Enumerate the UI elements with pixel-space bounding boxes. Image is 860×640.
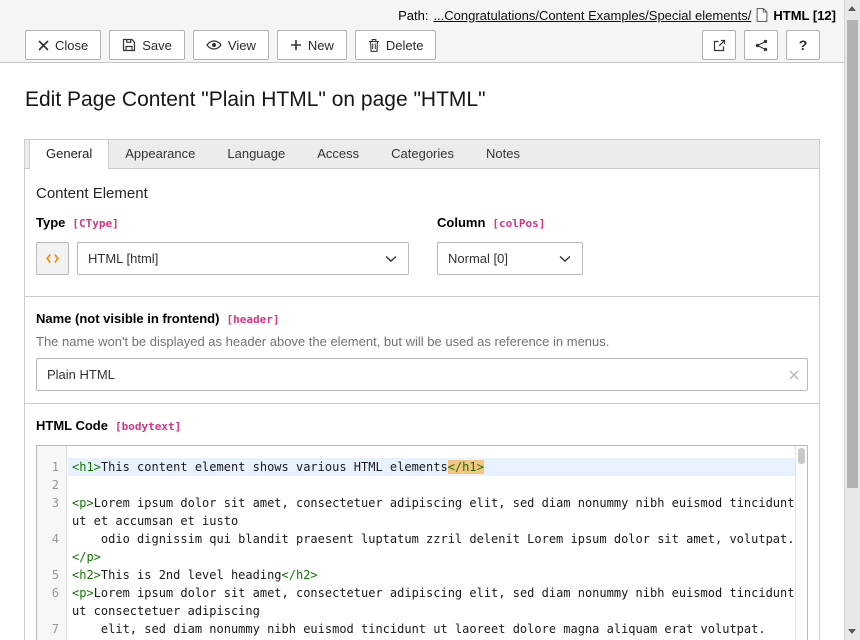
line-text: <h1>This content element shows various H… bbox=[68, 458, 796, 476]
tab-access[interactable]: Access bbox=[301, 140, 375, 169]
tab-appearance[interactable]: Appearance bbox=[109, 140, 211, 169]
breadcrumb: Path: ...Congratulations/Content Example… bbox=[0, 0, 844, 30]
path-label: Path: bbox=[398, 8, 428, 23]
html-code-label: HTML Code bbox=[36, 418, 108, 433]
page-icon bbox=[756, 8, 768, 22]
toolbar-left-group: Close Save View bbox=[25, 30, 436, 60]
code-line: 3<p>Lorem ipsum dolor sit amet, consecte… bbox=[37, 494, 807, 530]
close-button-label: Close bbox=[55, 38, 88, 53]
code-line: 6<p>Lorem ipsum dolor sit amet, consecte… bbox=[37, 584, 807, 620]
html-content-icon bbox=[46, 253, 59, 264]
type-select[interactable]: HTML [html] bbox=[77, 242, 409, 275]
column-select[interactable]: Normal [0] bbox=[437, 242, 583, 275]
view-button[interactable]: View bbox=[193, 30, 269, 60]
edit-content-module: Path: ...Congratulations/Content Example… bbox=[0, 0, 844, 640]
page-scrollbar[interactable] bbox=[844, 0, 860, 640]
page-scrollbar-thumb[interactable] bbox=[847, 20, 858, 488]
form-panel: GeneralAppearanceLanguageAccessCategorie… bbox=[24, 139, 820, 640]
line-number: 7 bbox=[37, 620, 67, 640]
save-icon bbox=[122, 38, 136, 52]
type-label: Type bbox=[36, 215, 65, 230]
page-title: Edit Page Content "Plain HTML" on page "… bbox=[25, 88, 820, 112]
new-icon bbox=[290, 39, 302, 51]
line-text: elit, sed diam nonummy nibh euismod tinc… bbox=[68, 620, 796, 640]
content-element-heading: Content Element bbox=[36, 185, 808, 202]
code-line: 1<h1>This content element shows various … bbox=[37, 458, 807, 476]
open-in-new-window-button[interactable] bbox=[702, 30, 736, 60]
column-code-tag: [colPos] bbox=[492, 217, 545, 230]
module-body: Edit Page Content "Plain HTML" on page "… bbox=[0, 63, 844, 640]
chevron-down-icon bbox=[559, 255, 571, 262]
delete-icon bbox=[368, 38, 380, 52]
code-line: 4 odio dignissim qui blandit praesent lu… bbox=[37, 530, 807, 566]
line-number: 1 bbox=[37, 458, 67, 476]
line-text: <h2>This is 2nd level heading</h2> bbox=[68, 566, 796, 584]
name-input[interactable] bbox=[36, 358, 808, 391]
new-button[interactable]: New bbox=[277, 30, 347, 60]
typo3-backend-window: Path: ...Congratulations/Content Example… bbox=[0, 0, 860, 640]
line-text: <p>Lorem ipsum dolor sit amet, consectet… bbox=[68, 494, 796, 530]
doc-header: Path: ...Congratulations/Content Example… bbox=[0, 0, 844, 63]
line-number: 5 bbox=[37, 566, 67, 584]
new-button-label: New bbox=[308, 38, 334, 53]
path-link[interactable]: ...Congratulations/Content Examples/Spec… bbox=[433, 8, 751, 23]
clear-input-icon[interactable] bbox=[789, 370, 799, 380]
delete-button[interactable]: Delete bbox=[355, 30, 437, 60]
scroll-down-icon[interactable] bbox=[848, 629, 856, 634]
save-button[interactable]: Save bbox=[109, 30, 185, 60]
line-number: 4 bbox=[37, 530, 67, 566]
chevron-down-icon bbox=[385, 255, 397, 262]
editor-scrollbar-thumb[interactable] bbox=[798, 448, 805, 464]
help-button[interactable]: ? bbox=[786, 30, 820, 60]
view-button-label: View bbox=[228, 38, 256, 53]
toolbar: Close Save View bbox=[0, 30, 844, 62]
name-label: Name (not visible in frontend) bbox=[36, 311, 219, 326]
close-button[interactable]: Close bbox=[25, 30, 101, 60]
line-text bbox=[68, 476, 796, 494]
code-line: 7 elit, sed diam nonummy nibh euismod ti… bbox=[37, 620, 807, 640]
line-number: 6 bbox=[37, 584, 67, 620]
line-text: odio dignissim qui blandit praesent lupt… bbox=[68, 530, 796, 566]
line-number: 2 bbox=[37, 476, 67, 494]
line-text: <p>Lorem ipsum dolor sit amet, consectet… bbox=[68, 584, 796, 620]
share-icon bbox=[755, 39, 768, 52]
view-icon bbox=[206, 40, 222, 50]
code-line: 2 bbox=[37, 476, 807, 494]
tab-general[interactable]: General bbox=[29, 140, 109, 169]
close-icon bbox=[38, 40, 49, 51]
tab-strip: GeneralAppearanceLanguageAccessCategorie… bbox=[25, 140, 819, 169]
line-number: 3 bbox=[37, 494, 67, 530]
code-lines: 1<h1>This content element shows various … bbox=[37, 446, 807, 640]
scroll-up-icon[interactable] bbox=[848, 6, 856, 11]
column-select-value: Normal [0] bbox=[448, 251, 508, 266]
section-name: Name (not visible in frontend) [header] T… bbox=[25, 296, 819, 403]
delete-button-label: Delete bbox=[386, 38, 424, 53]
type-field-group: Type [CType] HTML [html] bbox=[36, 214, 409, 275]
content-type-icon-box bbox=[36, 242, 69, 275]
column-field-group: Column [colPos] Normal [0] bbox=[437, 214, 583, 275]
save-button-label: Save bbox=[142, 38, 172, 53]
toolbar-right-group: ? bbox=[702, 30, 820, 60]
type-select-value: HTML [html] bbox=[88, 251, 158, 266]
external-link-icon bbox=[713, 39, 726, 52]
code-line: 5<h2>This is 2nd level heading</h2> bbox=[37, 566, 807, 584]
html-code-code-tag: [bodytext] bbox=[115, 420, 181, 433]
tab-categories[interactable]: Categories bbox=[375, 140, 470, 169]
tab-notes[interactable]: Notes bbox=[470, 140, 536, 169]
tab-language[interactable]: Language bbox=[211, 140, 301, 169]
column-label: Column bbox=[437, 215, 485, 230]
help-icon: ? bbox=[799, 37, 808, 53]
type-code-tag: [CType] bbox=[72, 217, 118, 230]
code-editor[interactable]: 1<h1>This content element shows various … bbox=[36, 445, 808, 640]
record-title: HTML [12] bbox=[773, 8, 836, 23]
section-content-element: Content Element Type [CType] bbox=[25, 169, 819, 296]
share-button[interactable] bbox=[744, 30, 778, 60]
name-code-tag: [header] bbox=[226, 313, 279, 326]
name-help-text: The name won't be displayed as header ab… bbox=[36, 334, 808, 349]
section-html-code: HTML Code [bodytext] 1<h1>This content el… bbox=[25, 403, 819, 640]
editor-scrollbar[interactable] bbox=[795, 446, 807, 640]
